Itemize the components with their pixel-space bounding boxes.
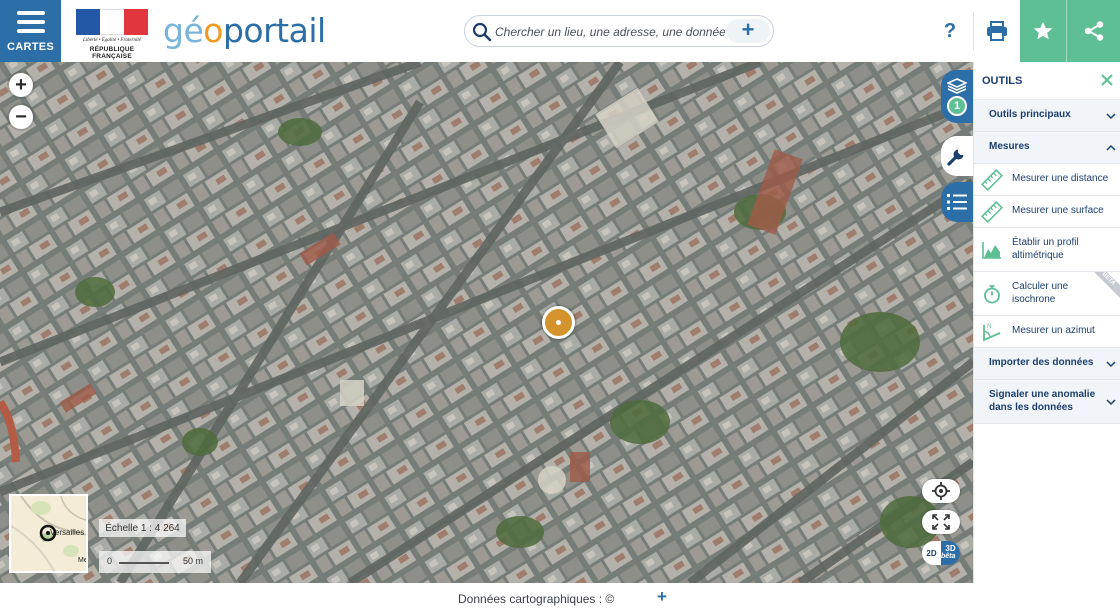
footer: Données cartographiques : © +: [0, 583, 1120, 612]
crosshair-icon: [932, 482, 950, 500]
header: CARTES Liberté • Égalité • Fraternité RÉ…: [0, 0, 1120, 62]
tools-tab[interactable]: [941, 136, 973, 176]
help-button[interactable]: ?: [928, 0, 972, 62]
aerial-imagery: [0, 62, 973, 583]
print-button[interactable]: [974, 0, 1020, 62]
tools-panel-header: OUTILS: [974, 62, 1120, 100]
tool-elevation-profile[interactable]: Établir un profil altimétrique: [974, 228, 1120, 272]
beta-ribbon-label: BETA: [1094, 272, 1120, 298]
section-report-anomaly-label: Signaler une anomalie dans les données: [989, 389, 1096, 413]
search-bar: +: [464, 15, 774, 47]
wrench-icon: [947, 149, 964, 166]
ruler-area-icon: [981, 200, 1003, 223]
mode-3d-beta: bêta: [941, 553, 956, 560]
legend-tab[interactable]: [941, 182, 973, 222]
share-icon: [1084, 21, 1103, 41]
cartes-menu-button[interactable]: CARTES: [0, 0, 61, 62]
republique-francaise-logo[interactable]: Liberté • Égalité • Fraternité RÉPUBLIQU…: [74, 9, 150, 60]
section-main-tools[interactable]: Outils principaux: [974, 100, 1120, 132]
beta-ribbon: BETA: [1094, 272, 1120, 298]
hamburger-icon: [16, 11, 45, 33]
section-main-tools-label: Outils principaux: [989, 109, 1071, 121]
section-measures-label: Mesures: [989, 141, 1030, 153]
section-import-data-label: Importer des données: [989, 357, 1094, 369]
logo-part-ge: gé: [163, 11, 204, 50]
dimension-toggle[interactable]: 2D 3D bêta: [922, 541, 960, 565]
share-button[interactable]: [1066, 0, 1120, 62]
ruler-icon: [981, 168, 1003, 191]
logo-part-o: o: [203, 11, 223, 50]
star-icon: [1033, 21, 1053, 40]
zoom-out-button[interactable]: −: [9, 105, 33, 129]
search-icon[interactable]: [472, 22, 492, 42]
stopwatch-icon: [984, 284, 1000, 303]
tool-measure-azimuth[interactable]: N Mesurer un azimut: [974, 316, 1120, 348]
geoportail-logo[interactable]: géoportail: [163, 11, 326, 51]
tool-measure-distance[interactable]: Mesurer une distance: [974, 164, 1120, 196]
rf-name: RÉPUBLIQUE FRANÇAISE: [89, 46, 135, 60]
tool-measure-azimuth-label: Mesurer un azimut: [1012, 325, 1095, 337]
tool-elevation-profile-label: Établir un profil altimétrique: [1012, 237, 1079, 261]
scale-start: 0: [107, 556, 113, 566]
mode-2d-button[interactable]: 2D: [922, 541, 941, 565]
tool-measure-surface-label: Mesurer une surface: [1012, 205, 1104, 217]
scale-end: 50 m: [183, 556, 204, 566]
layers-icon: [947, 77, 967, 94]
tool-measure-distance-label: Mesurer une distance: [1012, 173, 1109, 185]
azimuth-icon: N: [983, 324, 1001, 341]
fullscreen-button[interactable]: [922, 510, 960, 534]
logo-part-portail: portail: [222, 11, 326, 50]
print-icon: [987, 21, 1007, 41]
favorite-button[interactable]: [1020, 0, 1066, 62]
tools-panel-title: OUTILS: [982, 74, 1023, 87]
scale-bar: 0 50 m: [99, 551, 211, 573]
marianne-flag-icon: [76, 9, 148, 35]
search-input[interactable]: [495, 22, 725, 42]
rf-motto: Liberté • Égalité • Fraternité: [83, 38, 141, 43]
geolocate-button[interactable]: [922, 479, 960, 503]
map-attribution: Données cartographiques : ©: [458, 592, 615, 606]
map-view[interactable]: + − Versailles Me Échelle 1 : 4 264 0 50…: [0, 62, 973, 583]
cartes-label: CARTES: [6, 41, 55, 53]
scale-line: [119, 562, 169, 564]
section-report-anomaly[interactable]: Signaler une anomalie dans les données: [974, 380, 1120, 424]
overview-map[interactable]: Versailles Me: [9, 494, 88, 573]
chevron-down-icon: [1106, 360, 1116, 367]
layers-tab[interactable]: 1: [941, 70, 973, 123]
section-measures[interactable]: Mesures: [974, 132, 1120, 164]
chevron-up-icon: [1106, 144, 1116, 151]
tool-measure-surface[interactable]: Mesurer une surface: [974, 196, 1120, 228]
elevation-profile-icon: [982, 241, 1001, 259]
svg-text:N: N: [987, 324, 991, 330]
tools-panel: OUTILS Outils principaux Mesures Mesurer…: [973, 62, 1120, 583]
zoom-in-button[interactable]: +: [9, 73, 33, 97]
chevron-down-icon: [1106, 112, 1116, 119]
close-icon[interactable]: [1099, 72, 1115, 88]
list-icon: [947, 194, 967, 210]
layer-count-badge: 1: [947, 95, 967, 116]
location-marker[interactable]: [542, 306, 575, 339]
overview-position-icon: [39, 524, 57, 542]
expand-icon: [932, 514, 950, 530]
overview-label-secondary: Me: [78, 557, 88, 564]
attribution-expand-button[interactable]: +: [654, 587, 670, 607]
section-import-data[interactable]: Importer des données: [974, 348, 1120, 380]
search-add-button[interactable]: +: [726, 19, 770, 43]
scale-ratio: Échelle 1 : 4 264: [99, 519, 186, 537]
chevron-down-icon: [1106, 398, 1116, 405]
tool-isochrone[interactable]: Calculer une isochrone BETA: [974, 272, 1120, 316]
mode-3d-label: 3D: [945, 544, 956, 553]
